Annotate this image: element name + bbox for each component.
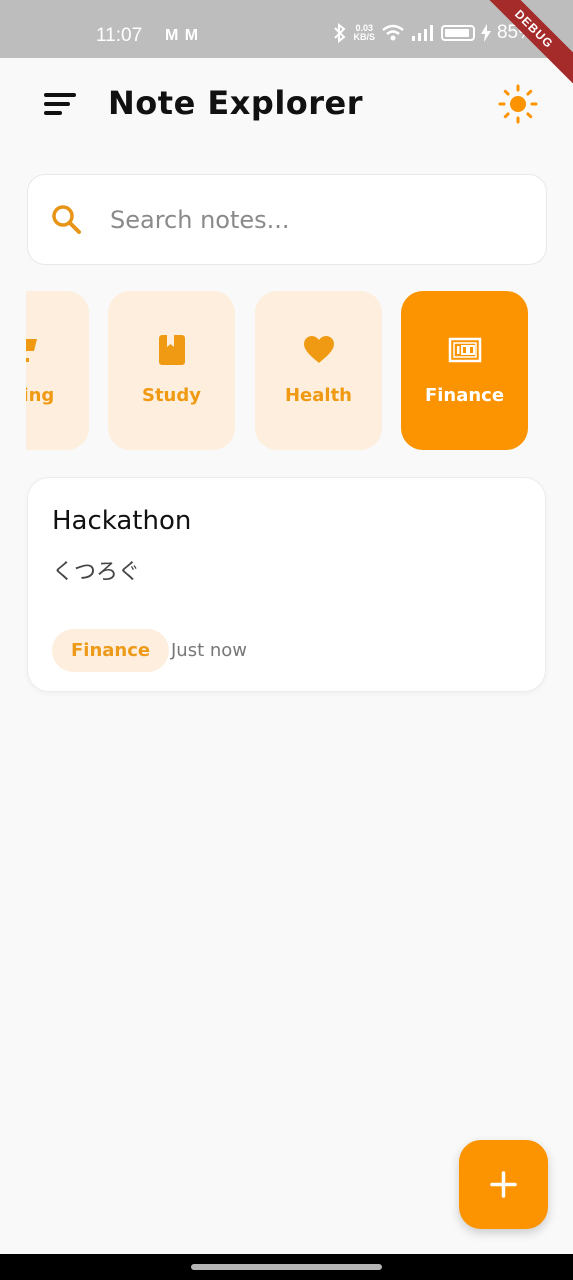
note-category-tag: Finance (52, 629, 170, 672)
category-label: Study (141, 385, 201, 406)
search-icon (52, 205, 81, 234)
sort-menu-icon[interactable] (40, 88, 80, 118)
add-note-button[interactable] (459, 1140, 548, 1229)
bluetooth-icon (334, 23, 346, 43)
search-input[interactable] (110, 197, 510, 243)
note-body: くつろぐ (52, 560, 141, 585)
category-study[interactable]: Study (108, 291, 235, 450)
plus-icon (490, 1171, 517, 1198)
status-right-group: 0.03 KB/S 85% (333, 22, 535, 44)
category-shopping[interactable]: pping (26, 291, 89, 450)
note-timestamp: Just now (171, 640, 248, 661)
system-nav-bar (0, 1254, 573, 1280)
page-title: Note Explorer (108, 84, 364, 122)
wifi-icon (382, 24, 404, 41)
category-health[interactable]: Health (255, 291, 382, 450)
charging-icon (480, 24, 491, 42)
category-list: pping Study Health Finance (26, 291, 556, 451)
money-icon (448, 337, 482, 363)
heart-icon (304, 336, 334, 363)
shopping-cart-icon (26, 339, 37, 362)
net-speed: 0.03 KB/S (353, 24, 375, 42)
battery-icon (440, 25, 475, 41)
category-label: pping (26, 385, 55, 406)
net-speed-unit: KB/S (353, 32, 375, 42)
app-bar: Note Explorer (0, 58, 573, 150)
category-label: Health (284, 385, 352, 406)
book-icon (159, 335, 185, 365)
signal-icon (411, 25, 433, 41)
search-bar[interactable] (27, 174, 547, 265)
notification-icons: M M (165, 27, 200, 44)
category-label: Finance (424, 385, 505, 406)
status-time: 11:07 (96, 25, 143, 46)
category-finance[interactable]: Finance (401, 291, 528, 450)
note-card[interactable]: Hackathon くつろぐ Finance Just now (27, 477, 546, 692)
note-title: Hackathon (52, 506, 192, 536)
status-bar: 11:07 M M 0.03 KB/S 85% DEBUG (0, 0, 573, 90)
home-gesture-handle[interactable] (191, 1264, 382, 1270)
sun-icon[interactable] (498, 84, 538, 124)
